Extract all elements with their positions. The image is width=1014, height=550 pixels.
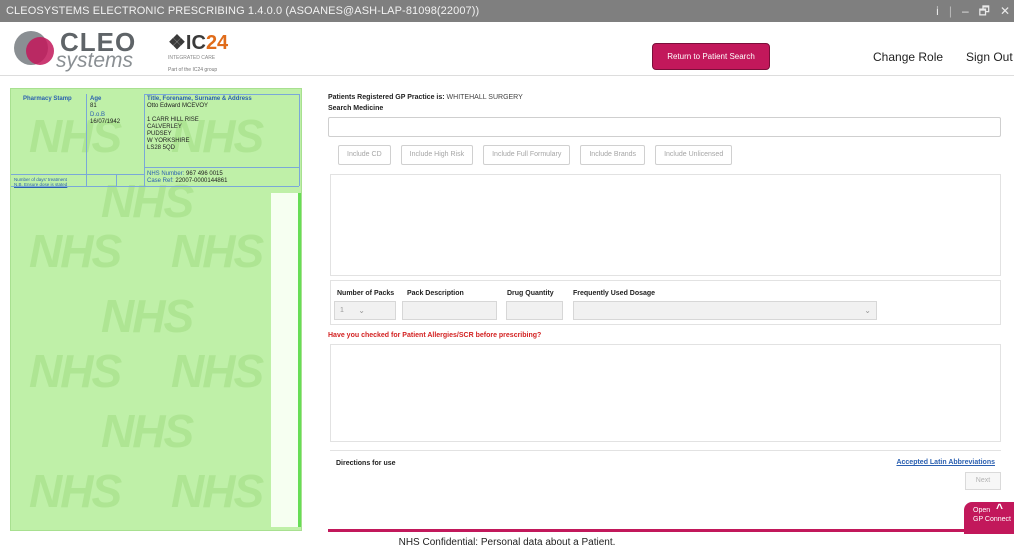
app-header: CLEO systems ❖IC24 INTEGRATED CARE Part …	[0, 22, 1014, 76]
frequently-used-dosage-select[interactable]: ⌄	[573, 301, 877, 320]
prescription-status-bar	[298, 193, 301, 527]
include-unlicensed-button[interactable]: Include Unlicensed	[655, 145, 733, 165]
change-role-link[interactable]: Change Role	[873, 50, 943, 64]
confidentiality-footer: NHS Confidential: Personal data about a …	[398, 537, 616, 548]
pack-description-label: Pack Description	[407, 290, 464, 297]
number-of-packs-label: Number of Packs	[337, 290, 395, 297]
prescription-item-area	[271, 193, 299, 527]
prescription-form: NHS NHS NHS NHS NHS NHS NHS NHS NHS NHS …	[10, 88, 302, 531]
pack-details-panel: Number of Packs Pack Description Drug Qu…	[330, 280, 1001, 325]
nhs-number-label: NHS Number:	[147, 171, 185, 177]
include-full-formulary-button[interactable]: Include Full Formulary	[483, 145, 571, 165]
maximize-icon[interactable]: 🗗	[979, 0, 990, 22]
nhs-watermark: NHS	[171, 345, 264, 397]
name-address-label: Title, Forename, Surname & Address	[147, 96, 252, 102]
address-line: LS28 5QD	[147, 145, 176, 151]
include-cd-button[interactable]: Include CD	[338, 145, 391, 165]
nhs-watermark: NHS	[29, 465, 122, 517]
pharmacy-stamp-label: Pharmacy Stamp	[23, 96, 72, 102]
chevron-down-icon: ⌄	[358, 306, 365, 315]
window-controls: i | – 🗗 ✕	[936, 0, 1014, 22]
search-medicine-label: Search Medicine	[328, 105, 384, 112]
minimize-icon[interactable]: –	[962, 0, 969, 22]
chevron-down-icon: ⌄	[864, 306, 871, 315]
allergy-notes-box[interactable]	[330, 344, 1001, 442]
nhs-number-value: 967 496 0015	[186, 171, 223, 177]
directions-label: Directions for use	[336, 460, 396, 467]
gp-practice-value: WHITEHALL SURGERY	[446, 94, 523, 101]
dose-note: N.B. Ensure dose is stated	[14, 182, 68, 187]
directions-row: Directions for use Accepted Latin Abbrev…	[330, 450, 1001, 470]
dob-label: D.o.B	[90, 112, 106, 118]
sign-out-link[interactable]: Sign Out	[966, 50, 1013, 64]
address-line: CALVERLEY	[147, 124, 182, 130]
nhs-watermark: NHS	[171, 225, 264, 277]
nhs-watermark: NHS	[29, 345, 122, 397]
address-line: 1 CARR HILL RISE	[147, 117, 199, 123]
dob-value: 16/07/1942	[90, 119, 121, 125]
close-icon[interactable]: ✕	[1000, 0, 1010, 22]
patient-name: Otto Edward MCEVOY	[147, 103, 209, 109]
info-icon[interactable]: i	[936, 0, 939, 22]
next-button[interactable]: Next	[965, 472, 1001, 490]
frequently-used-dosage-label: Frequently Used Dosage	[573, 290, 656, 297]
include-high-risk-button[interactable]: Include High Risk	[400, 145, 474, 165]
nhs-watermark: NHS	[29, 225, 122, 277]
age-label: Age	[90, 96, 102, 102]
ic24-logo: ❖IC24 INTEGRATED CARE Part of the IC24 g…	[168, 32, 229, 73]
open-gp-connect-button[interactable]: ^ Open GP Connect	[964, 502, 1014, 534]
return-to-patient-search-button[interactable]: Return to Patient Search	[652, 43, 770, 70]
allergy-warning: Have you checked for Patient Allergies/S…	[328, 332, 542, 339]
nhs-watermark: NHS	[171, 465, 264, 517]
window-title: CLEOSYSTEMS ELECTRONIC PRESCRIBING 1.4.0…	[6, 5, 480, 17]
accepted-latin-abbreviations-link[interactable]: Accepted Latin Abbreviations	[896, 459, 995, 466]
pack-description-field[interactable]	[402, 301, 497, 320]
number-of-packs-select[interactable]: 1 ⌄	[334, 301, 396, 320]
nhs-watermark: NHS	[101, 405, 194, 457]
window-titlebar: CLEOSYSTEMS ELECTRONIC PRESCRIBING 1.4.0…	[0, 0, 1014, 22]
filter-buttons: Include CD Include High Risk Include Ful…	[338, 145, 733, 165]
bottom-accent-line	[328, 529, 1014, 532]
case-ref-label: Case Ref:	[147, 178, 174, 184]
age-value: 81	[90, 103, 97, 109]
cleo-systems-logo: CLEO systems	[14, 27, 144, 72]
search-results-box[interactable]	[330, 174, 1001, 276]
search-medicine-input[interactable]	[328, 117, 1001, 137]
chevron-up-icon: ^	[996, 501, 1004, 515]
drug-quantity-label: Drug Quantity	[507, 290, 554, 297]
case-ref-value: 22007-0000144861	[175, 178, 228, 184]
address-line: PUDSEY	[147, 131, 172, 137]
address-line: W YORKSHIRE	[147, 138, 190, 144]
nhs-watermark: NHS	[101, 290, 194, 342]
drug-quantity-field[interactable]	[506, 301, 563, 320]
include-brands-button[interactable]: Include Brands	[580, 145, 646, 165]
gp-practice-line: Patients Registered GP Practice is: WHIT…	[328, 94, 523, 101]
